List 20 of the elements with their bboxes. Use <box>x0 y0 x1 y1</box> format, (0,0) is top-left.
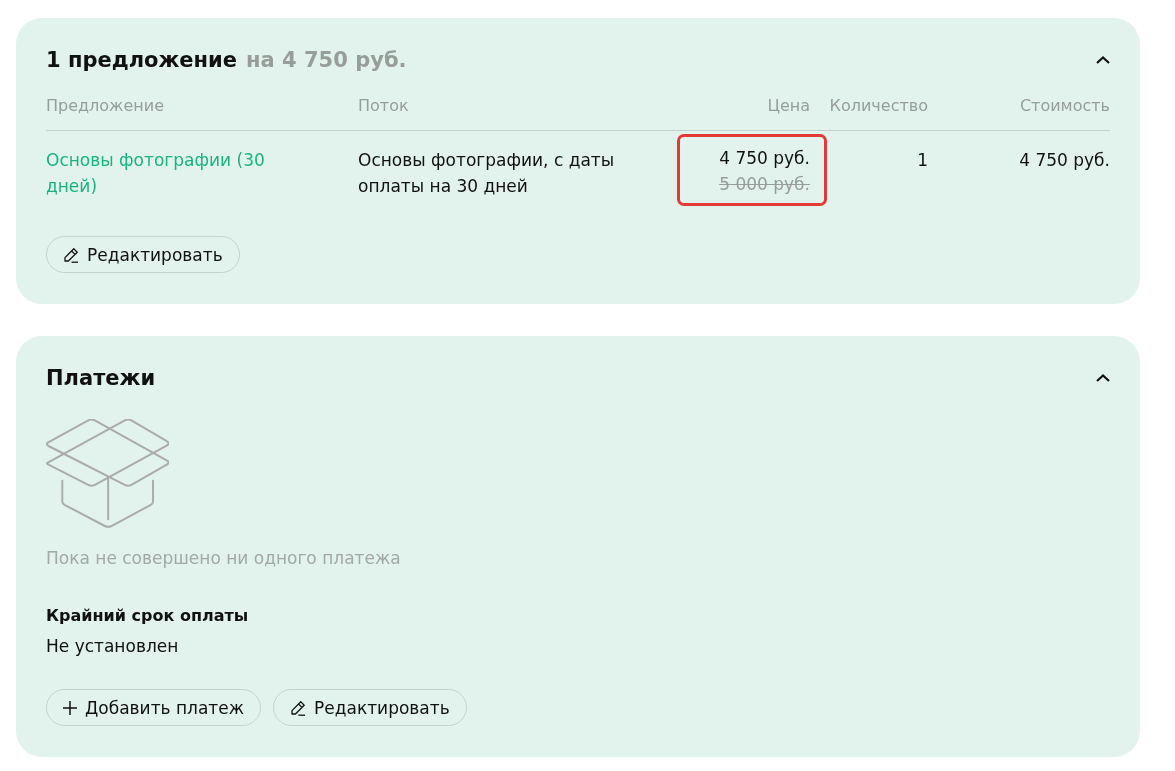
section-title: Платежи <box>46 365 156 392</box>
empty-box-icon <box>46 419 169 528</box>
plus-icon <box>63 700 77 715</box>
current-price: 4 750 руб. <box>719 147 810 170</box>
pencil-icon <box>63 246 79 263</box>
stream-name: Основы фотографии, с даты оплаты на 30 дней <box>358 149 616 198</box>
column-header: Количество <box>829 96 928 116</box>
deadline-label: Крайний срок оплаты <box>46 605 249 627</box>
column-header: Стоимость <box>1019 96 1110 116</box>
column-header: Цена <box>767 96 810 116</box>
column-header: Поток <box>358 96 409 116</box>
old-price: 5 000 руб. <box>719 173 810 196</box>
quantity-value: 1 <box>917 149 928 172</box>
title-amount: на 4 750 руб. <box>246 47 407 74</box>
total-cost: 4 750 руб. <box>1019 149 1110 172</box>
empty-state-message: Пока не совершено ни одного платежа <box>46 547 401 570</box>
pencil-icon <box>290 699 307 716</box>
column-header: Предложение <box>46 96 165 116</box>
deadline-value: Не установлен <box>46 635 179 658</box>
section-title: 1 предложение <box>46 47 238 74</box>
